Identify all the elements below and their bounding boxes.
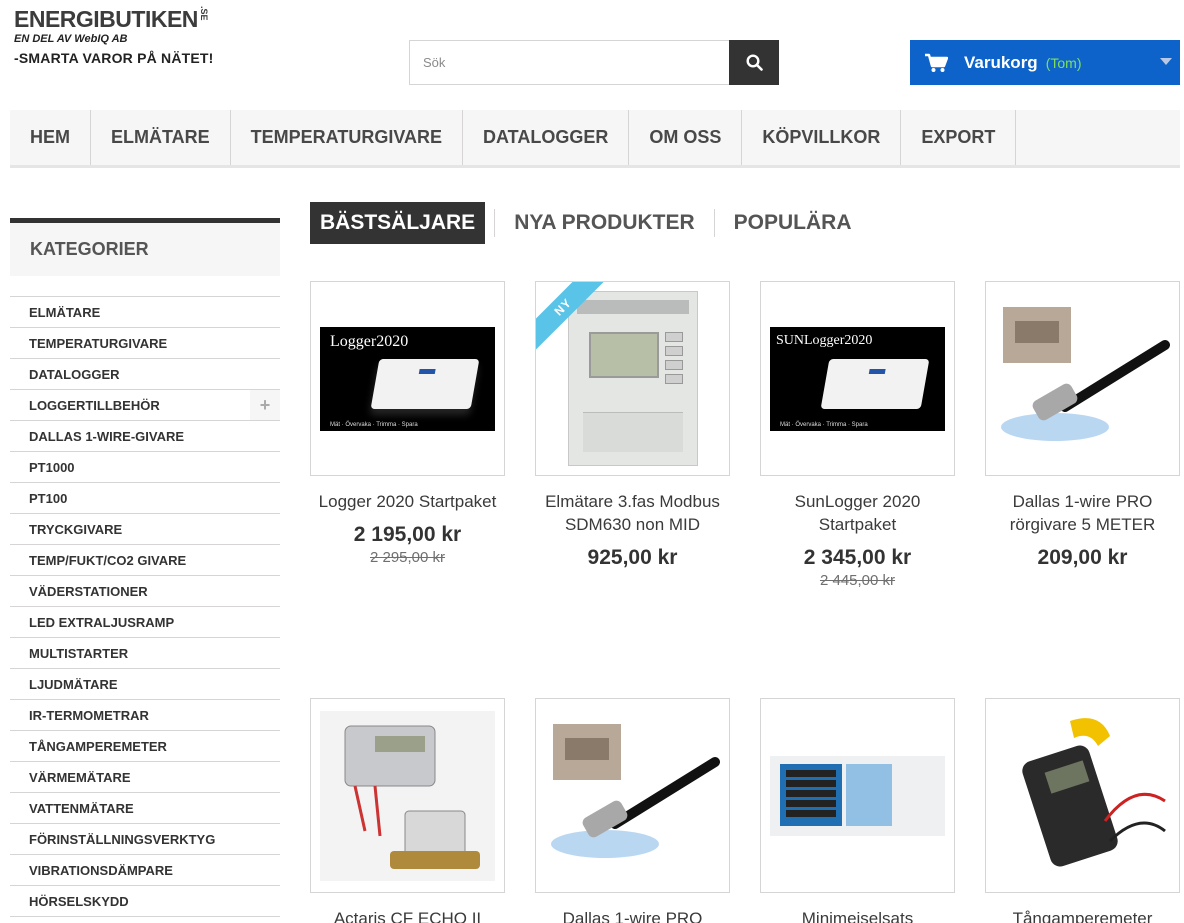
product-name[interactable]: Actaris CF ECHO II	[310, 907, 505, 923]
expand-plus-icon[interactable]: +	[250, 390, 280, 420]
main-nav: HEM ELMÄTARE TEMPERATURGIVARE DATALOGGER…	[10, 110, 1180, 168]
product-card[interactable]: Tångamperemeter	[985, 698, 1180, 923]
category-item[interactable]: VIBRATIONSDÄMPARE	[10, 855, 280, 886]
device-shape	[820, 358, 930, 409]
product-name[interactable]: Logger 2020 Startpaket	[310, 490, 505, 513]
clamp-meter-image	[1022, 717, 1166, 867]
product-price: 2 345,00 kr	[803, 546, 912, 569]
category-item[interactable]: TRYCKGIVARE	[10, 514, 280, 545]
device-shape	[370, 358, 480, 409]
temperature-probe-image	[551, 723, 720, 858]
image-brand-text: Logger2020	[330, 332, 409, 350]
product-name[interactable]: Elmätare 3.fas Modbus SDM630 non MID	[535, 490, 730, 536]
category-item[interactable]: TEMP/FUKT/CO2 GIVARE	[10, 545, 280, 576]
temperature-probe-image	[1001, 306, 1170, 441]
product-price: 2 195,00 kr	[353, 523, 462, 546]
search-input[interactable]	[409, 40, 729, 85]
cart-icon	[925, 53, 948, 72]
image-caption: Mät · Övervaka · Trimma · Spara	[780, 421, 868, 428]
sunlogger-image: SUNLogger2020 Mät · Övervaka · Trimma · …	[770, 326, 945, 431]
nav-item-temperaturgivare[interactable]: TEMPERATURGIVARE	[231, 110, 464, 165]
category-item[interactable]: FÖRINSTÄLLNINGSVERKTYG	[10, 824, 280, 855]
cart-button[interactable]: Varukorg (Tom)	[910, 40, 1180, 85]
logger-image: Logger2020 Mät · Övervaka · Trimma · Spa…	[320, 326, 495, 431]
tab-bastsaljare[interactable]: BÄSTSÄLJARE	[310, 202, 486, 244]
product-image[interactable]	[310, 698, 505, 893]
product-name[interactable]: Dallas 1-wire PRO rörgivare 5 METER	[985, 490, 1180, 536]
product-image[interactable]: SUNLogger2020 Mät · Övervaka · Trimma · …	[760, 281, 955, 476]
product-old-price: 2 295,00 kr	[369, 549, 446, 566]
search-button[interactable]	[729, 40, 779, 85]
sidebar-title: KATEGORIER	[10, 218, 280, 276]
category-item[interactable]: HÖRSELSKYDD	[10, 886, 280, 917]
product-name[interactable]: Tångamperemeter	[985, 907, 1180, 923]
category-item[interactable]: VÄDERSTATIONER	[10, 576, 280, 607]
site-logo[interactable]: ENERGIBUTIKEN.SE EN DEL AV WebIQ AB -SMA…	[14, 6, 254, 66]
category-item[interactable]: VATTENMÄTARE	[10, 793, 280, 824]
cart-label: Varukorg	[964, 52, 1038, 72]
product-name[interactable]: SunLogger 2020 Startpaket	[760, 490, 955, 536]
energy-meter-image	[567, 291, 698, 466]
product-old-price: 2 445,00 kr	[819, 572, 896, 589]
screwdriver-set-image	[770, 755, 945, 836]
tab-populara[interactable]: POPULÄRA	[724, 202, 862, 244]
nav-item-hem[interactable]: HEM	[10, 110, 91, 165]
product-image[interactable]	[535, 698, 730, 893]
logo-name: ENERGIBUTIKEN	[14, 6, 198, 32]
nav-item-export[interactable]: EXPORT	[901, 110, 1017, 165]
category-item[interactable]: PT100	[10, 483, 280, 514]
category-label: LOGGERTILLBEHÖR	[29, 397, 160, 413]
product-image[interactable]	[760, 698, 955, 893]
product-price: 209,00 kr	[1037, 546, 1128, 569]
product-image[interactable]	[985, 698, 1180, 893]
category-item[interactable]: VÄRMEMÄTARE	[10, 762, 280, 793]
tab-nya-produkter[interactable]: NYA PRODUKTER	[504, 202, 704, 244]
product-card[interactable]: NY Elmätare 3.fas Modbus SDM630 non MID …	[535, 281, 730, 570]
category-item[interactable]: PT1000	[10, 452, 280, 483]
product-card[interactable]: Dallas 1-wire PRO	[535, 698, 730, 923]
category-item[interactable]: LJUDMÄTARE	[10, 669, 280, 700]
image-caption: Mät · Övervaka · Trimma · Spara	[330, 421, 418, 428]
search-bar	[409, 40, 779, 85]
category-item-loggertillbehor[interactable]: LOGGERTILLBEHÖR +	[10, 390, 280, 421]
category-item[interactable]: ELMÄTARE	[10, 297, 280, 328]
product-card[interactable]: Actaris CF ECHO II	[310, 698, 505, 923]
image-brand-text: SUNLogger2020	[776, 332, 873, 348]
product-card[interactable]: Minimejselsats	[760, 698, 955, 923]
product-card[interactable]: Logger2020 Mät · Övervaka · Trimma · Spa…	[310, 281, 505, 566]
logo-subtitle: EN DEL AV WebIQ AB	[14, 33, 128, 45]
category-item[interactable]: MULTISTARTER	[10, 638, 280, 669]
chevron-down-icon[interactable]	[1160, 58, 1172, 65]
product-name[interactable]: Minimejselsats	[760, 907, 955, 923]
tab-divider	[713, 209, 715, 237]
category-item[interactable]: DATALOGGER	[10, 359, 280, 390]
product-card[interactable]: Dallas 1-wire PRO rörgivare 5 METER 209,…	[985, 281, 1180, 570]
category-item[interactable]: TÅNGAMPEREMETER	[10, 731, 280, 762]
logo-tagline: -SMARTA VAROR PÅ NÄTET!	[14, 50, 214, 66]
product-card[interactable]: SUNLogger2020 Mät · Övervaka · Trimma · …	[760, 281, 955, 589]
category-sidebar: KATEGORIER ELMÄTARE TEMPERATURGIVARE DAT…	[10, 218, 280, 917]
product-name[interactable]: Dallas 1-wire PRO	[535, 907, 730, 923]
product-price: 925,00 kr	[587, 546, 678, 569]
category-item[interactable]: LED EXTRALJUSRAMP	[10, 607, 280, 638]
product-image[interactable]: Logger2020 Mät · Övervaka · Trimma · Spa…	[310, 281, 505, 476]
nav-item-datalogger[interactable]: DATALOGGER	[463, 110, 630, 165]
heat-meter-image	[320, 710, 495, 881]
product-image[interactable]: NY	[535, 281, 730, 476]
product-tabs: BÄSTSÄLJARE NYA PRODUKTER POPULÄRA	[310, 202, 862, 244]
product-image[interactable]	[985, 281, 1180, 476]
nav-item-om-oss[interactable]: OM OSS	[629, 110, 743, 165]
tab-divider	[494, 209, 496, 237]
category-item[interactable]: TEMPERATURGIVARE	[10, 328, 280, 359]
cart-status: (Tom)	[1045, 54, 1082, 71]
category-item[interactable]: DALLAS 1-WIRE-GIVARE	[10, 421, 280, 452]
nav-item-kopvillkor[interactable]: KÖPVILLKOR	[742, 110, 902, 165]
category-item[interactable]: IR-TERMOMETRAR	[10, 700, 280, 731]
nav-item-elmatare[interactable]: ELMÄTARE	[91, 110, 231, 165]
category-list: ELMÄTARE TEMPERATURGIVARE DATALOGGER LOG…	[10, 296, 280, 917]
logo-tld: .SE	[198, 6, 209, 21]
search-icon	[745, 54, 763, 71]
